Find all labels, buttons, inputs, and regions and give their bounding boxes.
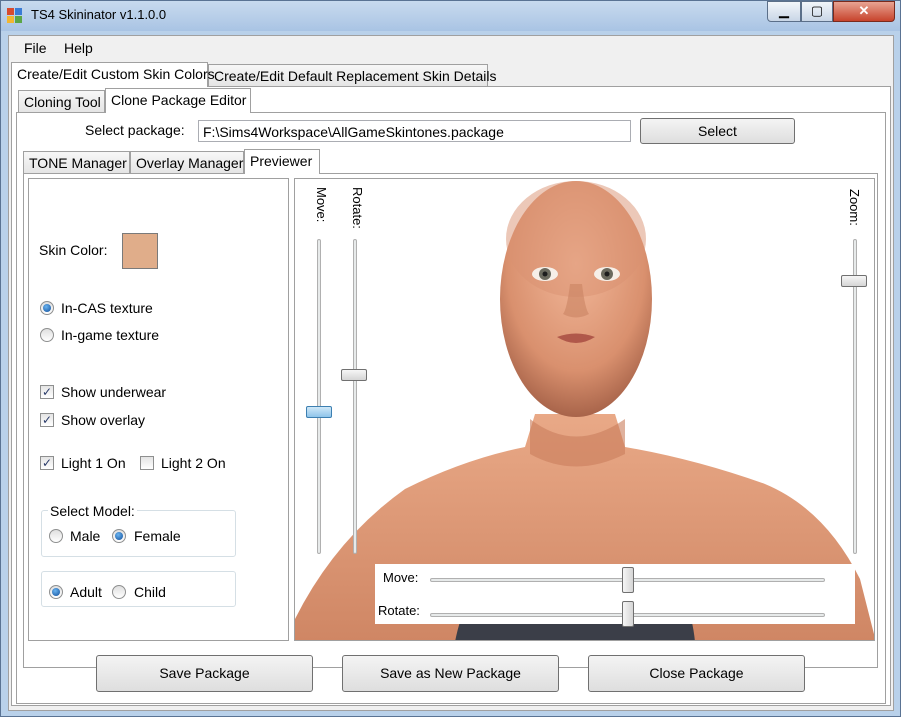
light2-label: Light 2 On: [161, 455, 226, 471]
menu-file[interactable]: File: [24, 40, 47, 56]
move-vertical-label: Move:: [314, 187, 329, 223]
skin-color-swatch[interactable]: [122, 233, 158, 269]
close-package-button[interactable]: Close Package: [588, 655, 805, 692]
age-group: Adult Child: [41, 571, 236, 607]
tab-default-replacement[interactable]: Create/Edit Default Replacement Skin Det…: [208, 64, 496, 86]
settings-panel: Skin Color: In-CAS texture In-game textu…: [28, 178, 289, 641]
tab-previewer[interactable]: Previewer: [244, 149, 320, 174]
adult-radio[interactable]: [49, 585, 63, 599]
preview-viewport[interactable]: Move: Rotate: Zoom: Move: Rotate:: [294, 178, 875, 641]
in-game-texture-radio[interactable]: [40, 328, 54, 342]
female-radio[interactable]: [112, 529, 126, 543]
child-radio[interactable]: [112, 585, 126, 599]
select-package-label: Select package:: [85, 122, 185, 138]
male-label: Male: [70, 528, 101, 544]
save-as-new-package-button[interactable]: Save as New Package: [342, 655, 559, 692]
move-horizontal-label: Move:: [383, 570, 419, 585]
select-button[interactable]: Select: [640, 118, 795, 144]
light2-checkbox[interactable]: [140, 456, 154, 470]
clone-editor-panel: Select package: F:\Sims4Workspace\AllGam…: [16, 112, 886, 704]
show-overlay-checkbox[interactable]: ✓: [40, 413, 54, 427]
move-vertical-track[interactable]: [317, 239, 321, 554]
male-radio[interactable]: [49, 529, 63, 543]
tab-clone-package-editor[interactable]: Clone Package Editor: [105, 88, 251, 113]
rotate-vertical-track[interactable]: [353, 239, 357, 554]
light1-checkbox[interactable]: ✓: [40, 456, 54, 470]
app-window: TS4 Skininator v1.1.0.0 ▁ ▢ ✕ File Help …: [0, 0, 901, 717]
skin-color-label: Skin Color:: [39, 242, 108, 258]
close-button[interactable]: ✕: [833, 1, 895, 22]
window-title: TS4 Skininator v1.1.0.0: [31, 7, 167, 22]
in-game-texture-label: In-game texture: [61, 327, 160, 343]
show-underwear-checkbox[interactable]: ✓: [40, 385, 54, 399]
client-area: File Help Create/Edit Custom Skin Colors…: [8, 35, 894, 711]
adult-label: Adult: [70, 584, 102, 600]
rotate-horizontal-label: Rotate:: [378, 603, 420, 618]
maximize-button[interactable]: ▢: [801, 1, 833, 22]
tab-cloning-tool[interactable]: Cloning Tool: [18, 90, 105, 112]
model-group-label: Select Model:: [48, 503, 137, 519]
tab-custom-skin-colors[interactable]: Create/Edit Custom Skin Colors: [11, 62, 215, 87]
rotate-vertical-label: Rotate:: [350, 187, 365, 229]
app-icon: [7, 8, 23, 24]
female-label: Female: [134, 528, 181, 544]
save-package-button[interactable]: Save Package: [96, 655, 313, 692]
menu-help[interactable]: Help: [64, 40, 93, 56]
rotate-vertical-thumb[interactable]: [341, 369, 367, 382]
show-overlay-label: Show overlay: [61, 412, 146, 428]
light1-label: Light 1 On: [61, 455, 126, 471]
model-group: Select Model: Male Female: [41, 503, 236, 557]
rotate-horizontal-thumb[interactable]: [621, 601, 634, 627]
in-cas-texture-label: In-CAS texture: [61, 300, 153, 316]
package-path-field[interactable]: F:\Sims4Workspace\AllGameSkintones.packa…: [198, 120, 631, 142]
show-underwear-label: Show underwear: [61, 384, 167, 400]
zoom-label: Zoom:: [847, 189, 862, 226]
in-cas-texture-radio[interactable]: [40, 301, 54, 315]
move-vertical-thumb[interactable]: [306, 405, 332, 418]
zoom-thumb[interactable]: [841, 275, 867, 288]
move-horizontal-thumb[interactable]: [621, 567, 634, 593]
menu-bar: File Help: [9, 36, 893, 60]
title-bar[interactable]: TS4 Skininator v1.1.0.0 ▁ ▢ ✕: [1, 1, 900, 31]
child-label: Child: [134, 584, 166, 600]
main-tab-panel: Cloning Tool Clone Package Editor Select…: [11, 86, 891, 706]
previewer-panel: Skin Color: In-CAS texture In-game textu…: [23, 173, 878, 668]
minimize-button[interactable]: ▁: [767, 1, 801, 22]
tab-tone-manager[interactable]: TONE Manager: [23, 151, 130, 173]
tab-overlay-manager[interactable]: Overlay Manager: [130, 151, 244, 173]
